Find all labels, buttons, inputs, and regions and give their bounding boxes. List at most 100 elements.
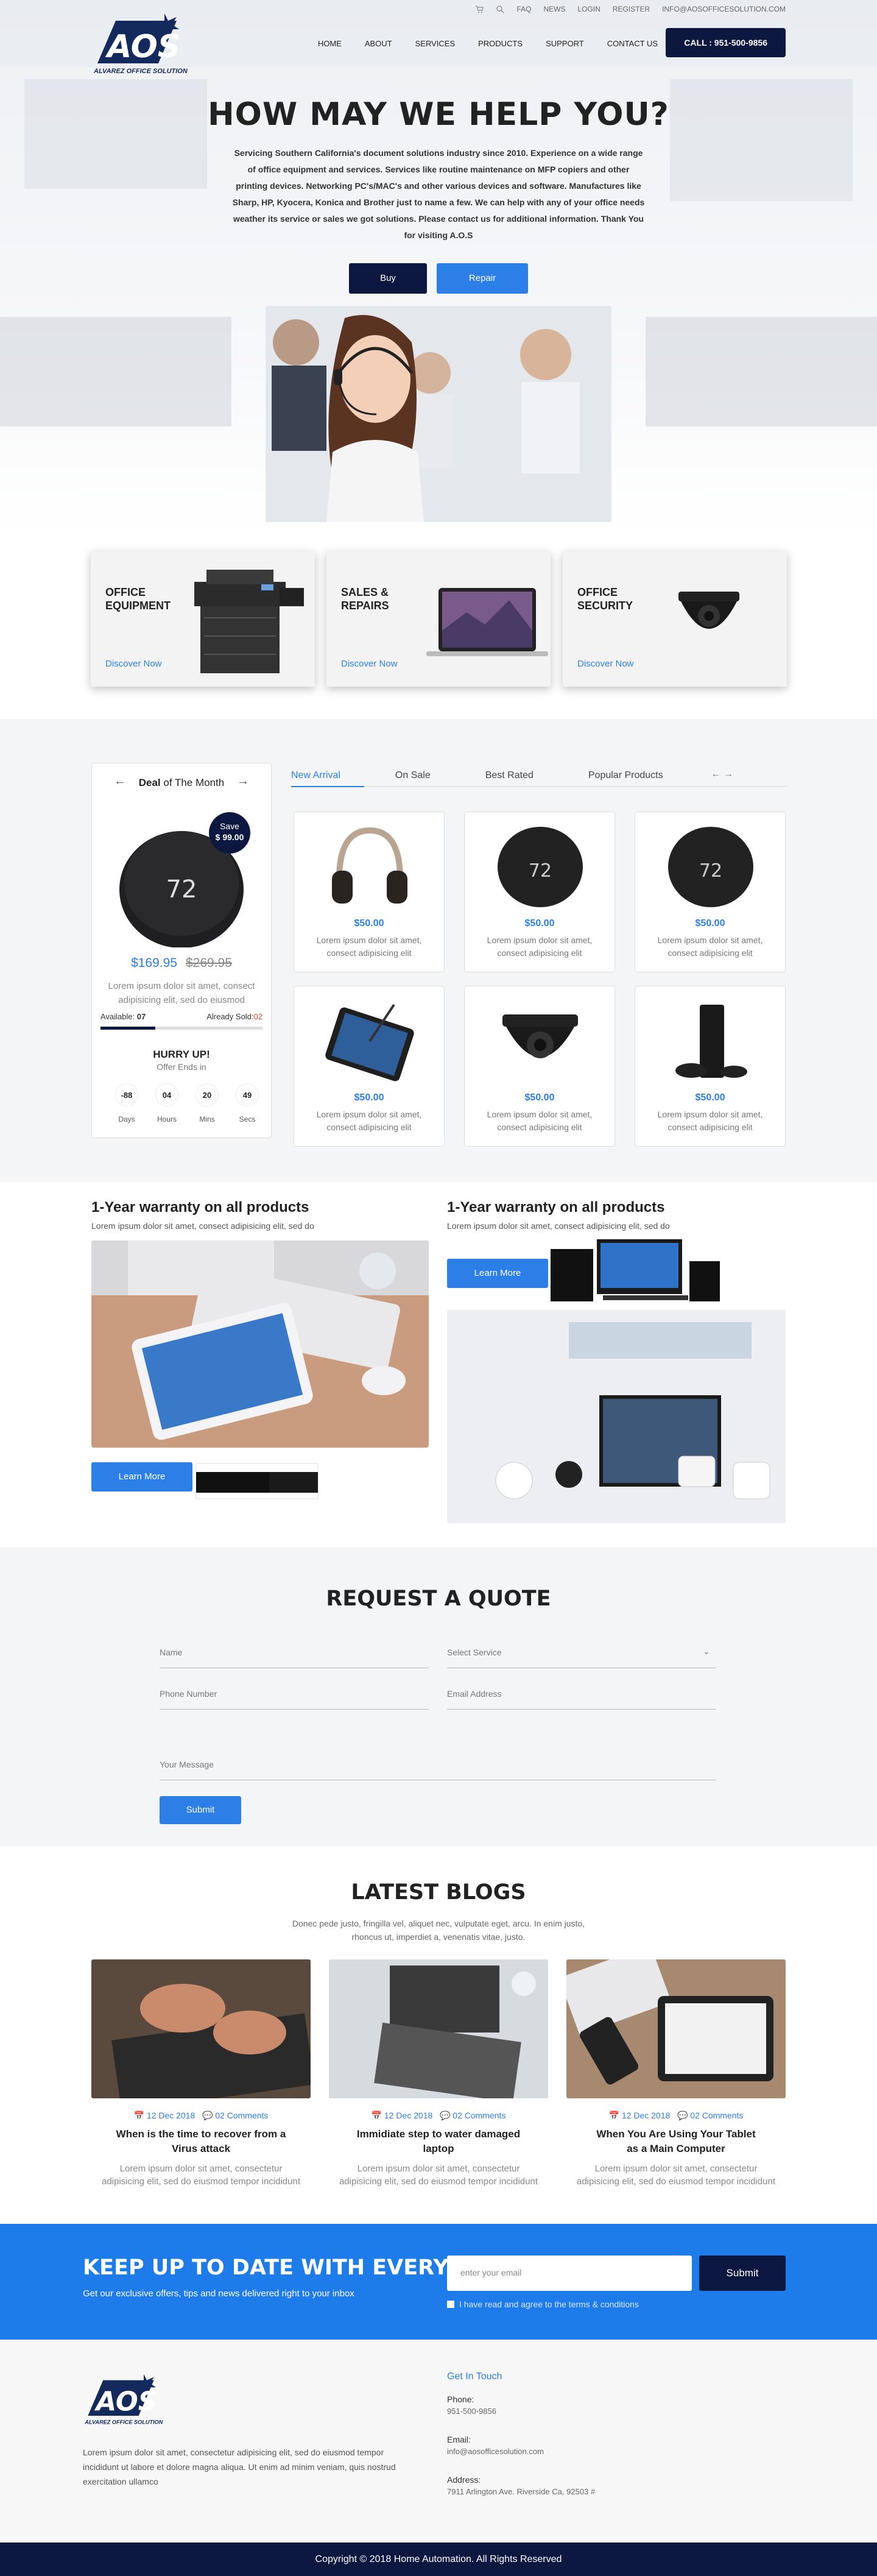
- blog-title[interactable]: Immidiate step to water damaged laptop: [329, 2127, 548, 2156]
- checkbox-icon[interactable]: [447, 2301, 454, 2308]
- hero-intro: Servicing Southern California's document…: [232, 148, 645, 240]
- discover-link[interactable]: Discover Now: [105, 659, 162, 669]
- call-button[interactable]: CALL : 951-500-9856: [666, 28, 786, 57]
- blogs-section: LATEST BLOGS Donec pede justo, fringilla…: [0, 1846, 877, 2224]
- support-team-photo: [266, 306, 611, 522]
- desktop-computer-icon: [551, 1239, 720, 1301]
- product-card[interactable]: $50.00 Lorem ipsum dolor sit amet, conse…: [464, 986, 615, 1147]
- newsletter-section: KEEP UP TO DATE WITH EVERYTHING Get our …: [0, 2224, 877, 2340]
- footer-logo[interactable]: AOS ALVAREZ OFFICE SOLUTION: [83, 2370, 174, 2431]
- service-select[interactable]: Select Service ⌄: [447, 1645, 716, 1668]
- blog-description: Lorem ipsum dolor sit amet, consectetur …: [339, 2164, 538, 2187]
- terms-checkbox[interactable]: I have read and agree to the terms & con…: [447, 2299, 639, 2309]
- blog-card[interactable]: 📅 12 Dec 2018 💬 02 Comments When is the …: [91, 1959, 311, 2188]
- product-card[interactable]: $50.00 Lorem ipsum dolor sit amet, conse…: [294, 986, 445, 1147]
- calendar-icon: 📅: [133, 2111, 144, 2120]
- name-field[interactable]: Name: [160, 1645, 429, 1668]
- nav-contact[interactable]: CONTACT US: [607, 39, 658, 48]
- address-value: 7911 Arlington Ave. Riverside Ca, 92503 …: [447, 2487, 596, 2496]
- comment-icon: 💬: [202, 2111, 213, 2120]
- headphones-icon: [332, 827, 407, 904]
- nav-support[interactable]: SUPPORT: [546, 39, 584, 48]
- tablet-icon: [325, 1003, 414, 1081]
- arrow-right-icon[interactable]: →: [237, 774, 249, 788]
- learn-more-button-left[interactable]: Learn More: [91, 1462, 192, 1491]
- category-card-office-equipment[interactable]: OFFICE EQUIPMENT Discover Now: [91, 551, 315, 687]
- topbar-link-register[interactable]: REGISTER: [613, 5, 650, 13]
- svg-text:72: 72: [166, 876, 197, 904]
- product-tabs: New Arrival On Sale Best Rated Popular P…: [291, 769, 788, 781]
- blog-title[interactable]: When You Are Using Your Tablet as a Main…: [566, 2127, 786, 2156]
- topbar-link-faq[interactable]: FAQ: [516, 5, 531, 13]
- warranty-sub-right: Lorem ipsum dolor sit amet, consect adip…: [447, 1221, 670, 1231]
- product-card[interactable]: $50.00 Lorem ipsum dolor sit amet, conse…: [294, 812, 445, 972]
- product-description: Lorem ipsum dolor sit amet, consect adip…: [657, 935, 763, 958]
- address-label: Address:: [447, 2475, 481, 2485]
- deal-description: Lorem ipsum dolor sit amet, consect adip…: [108, 981, 255, 1005]
- tab-best-rated[interactable]: Best Rated: [485, 770, 534, 781]
- footer: AOS ALVAREZ OFFICE SOLUTION Lorem ipsum …: [0, 2340, 877, 2542]
- learn-more-button-right[interactable]: Learn More: [447, 1259, 548, 1288]
- discover-link[interactable]: Discover Now: [341, 659, 398, 669]
- calendar-icon: 📅: [608, 2111, 619, 2120]
- phone-value[interactable]: 951-500-9856: [447, 2407, 496, 2416]
- blog-meta: 📅 12 Dec 2018 💬 02 Comments: [133, 2111, 269, 2120]
- nav-products[interactable]: PRODUCTS: [478, 39, 523, 48]
- site-logo[interactable]: AOS ALVAREZ OFFICE SOLUTION: [91, 9, 201, 82]
- phone-field[interactable]: Phone Number: [160, 1686, 429, 1710]
- console-icon: [675, 1005, 747, 1078]
- product-card[interactable]: 72 $50.00 Lorem ipsum dolor sit amet, co…: [635, 812, 786, 972]
- newsletter-email-input[interactable]: enter your email: [447, 2256, 692, 2291]
- arrow-left-icon[interactable]: ←: [114, 774, 126, 788]
- product-card[interactable]: 72 $50.00 Lorem ipsum dolor sit amet, co…: [464, 812, 615, 972]
- topbar-link-login[interactable]: LOGIN: [577, 5, 600, 13]
- tab-popular-products[interactable]: Popular Products: [588, 770, 663, 781]
- product-description: Lorem ipsum dolor sit amet, consect adip…: [487, 935, 593, 958]
- product-price: $50.00: [524, 918, 555, 929]
- category-title: OFFICE EQUIPMENT: [105, 586, 171, 612]
- calendar-icon: 📅: [371, 2111, 382, 2120]
- cart-icon[interactable]: [475, 5, 484, 13]
- nav-about[interactable]: ABOUT: [365, 39, 392, 48]
- countdown-secs: 49 Secs: [236, 1083, 259, 1123]
- newsletter-submit-button[interactable]: Submit: [699, 2256, 786, 2291]
- blog-title[interactable]: When is the time to recover from a Virus…: [91, 2127, 311, 2156]
- discover-link[interactable]: Discover Now: [577, 659, 634, 669]
- tab-new-arrival[interactable]: New Arrival: [291, 770, 340, 781]
- search-icon[interactable]: [496, 5, 504, 13]
- topbar-link-news[interactable]: NEWS: [543, 5, 565, 13]
- phone-label: Phone:: [447, 2394, 474, 2404]
- blog-meta: 📅 12 Dec 2018 💬 02 Comments: [371, 2111, 506, 2120]
- blogs-subtitle: Donec pede justo, fringilla vel, aliquet…: [292, 1919, 585, 1942]
- blog-card[interactable]: 📅 12 Dec 2018 💬 02 Comments Immidiate st…: [329, 1959, 548, 2188]
- blog-card[interactable]: 📅 12 Dec 2018 💬 02 Comments When You Are…: [566, 1959, 786, 2188]
- comment-icon: 💬: [439, 2111, 451, 2120]
- hero-buttons: Buy Repair: [0, 263, 877, 294]
- logo-text: AOS: [105, 29, 180, 65]
- comment-icon: 💬: [677, 2111, 688, 2120]
- request-quote-section: REQUEST A QUOTE Name Select Service ⌄ Pho…: [0, 1548, 877, 1846]
- quote-submit-button[interactable]: Submit: [160, 1796, 241, 1824]
- top-utility-bar: FAQ NEWS LOGIN REGISTER INFO@AOSOFFICESO…: [475, 5, 786, 13]
- category-section: OFFICE EQUIPMENT Discover Now SALES & RE…: [91, 536, 787, 719]
- category-card-office-security[interactable]: OFFICE SECURITY Discover Now: [563, 551, 787, 687]
- product-card[interactable]: $50.00 Lorem ipsum dolor sit amet, conse…: [635, 986, 786, 1147]
- deal-of-month-card: ← → Deal of The Month 72 Save $ 99.00 $16…: [91, 763, 272, 1138]
- topbar-email-link[interactable]: INFO@AOSOFFICESOLUTION.COM: [662, 5, 786, 13]
- tab-underline: [291, 786, 788, 787]
- email-field[interactable]: Email Address: [447, 1686, 716, 1710]
- nav-home[interactable]: HOME: [318, 39, 342, 48]
- email-value[interactable]: info@aosofficesolution.com: [447, 2447, 544, 2456]
- logo-caption: ALVAREZ OFFICE SOLUTION: [93, 68, 188, 75]
- tab-on-sale[interactable]: On Sale: [395, 770, 431, 781]
- nav-links: HOME ABOUT SERVICES PRODUCTS SUPPORT CON…: [318, 39, 658, 48]
- stock-progress-bar: [100, 1027, 262, 1030]
- tabs-nav-arrows[interactable]: ← →: [711, 769, 733, 780]
- repair-button[interactable]: Repair: [437, 263, 528, 294]
- countdown-timer: -88 Days 04 Hours 20 Mins 49 Secs: [115, 1083, 259, 1123]
- buy-button[interactable]: Buy: [349, 263, 427, 294]
- nav-services[interactable]: SERVICES: [415, 39, 456, 48]
- product-price: $50.00: [354, 1092, 384, 1103]
- category-card-sales-repairs[interactable]: SALES & REPAIRS Discover Now: [326, 551, 551, 687]
- message-field[interactable]: Your Message: [160, 1757, 716, 1780]
